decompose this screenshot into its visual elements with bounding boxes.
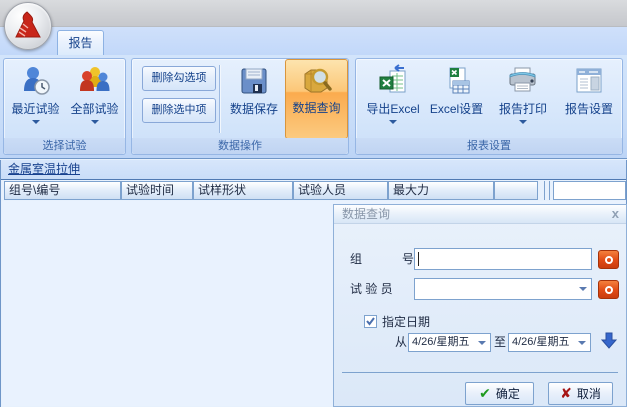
- tester-clear-button[interactable]: [598, 280, 619, 299]
- excel-settings-button[interactable]: Excel设置: [429, 61, 484, 139]
- from-label: 从: [395, 332, 407, 352]
- titlebar: [0, 0, 627, 27]
- check-icon: ✔: [479, 385, 491, 402]
- ribbon-group-select-tests: 最近试验 全部试验 选择试验: [3, 58, 126, 155]
- delete-checked-button[interactable]: 删除勾选项: [142, 66, 216, 91]
- print-report-button[interactable]: 报告打印: [496, 61, 550, 139]
- dialog-titlebar: 数据查询 x: [334, 205, 626, 224]
- report-settings-icon: [572, 61, 606, 101]
- ribbon-button-label: 全部试验: [70, 101, 118, 117]
- column-header-group-number[interactable]: 组号\编号: [4, 181, 121, 200]
- dialog-title: 数据查询: [342, 205, 390, 223]
- to-label: 至: [494, 332, 506, 352]
- to-date-picker[interactable]: 4/26/星期五: [508, 333, 591, 352]
- ribbon-group-report-settings: 导出Excel Excel设置: [355, 58, 623, 155]
- chevron-down-icon[interactable]: [578, 341, 586, 345]
- ribbon-button-label: 导出Excel: [366, 101, 419, 117]
- export-excel-button[interactable]: 导出Excel: [361, 61, 425, 139]
- specify-date-label: 指定日期: [382, 312, 430, 332]
- query-icon: [300, 60, 334, 100]
- ribbon-button-label: 最近试验: [11, 101, 59, 117]
- apply-date-down-arrow-icon[interactable]: [601, 332, 617, 349]
- group-number-label: 组 号: [350, 249, 414, 269]
- grid-splitter[interactable]: [544, 181, 545, 200]
- group-number-label-left: 组: [350, 249, 362, 269]
- ribbon-button-label: 数据保存: [230, 101, 278, 117]
- ribbon: 最近试验 全部试验 选择试验: [0, 55, 627, 159]
- logo-icon: [11, 9, 45, 43]
- group-number-input[interactable]: [414, 248, 592, 270]
- column-header-sample-shape[interactable]: 试样形状: [193, 181, 293, 200]
- cancel-button-label: 取消: [577, 385, 601, 402]
- all-tests-button[interactable]: 全部试验: [66, 61, 123, 139]
- application-window: 报告 最近试验: [0, 0, 627, 407]
- all-tests-icon: [78, 61, 112, 101]
- delete-selected-button[interactable]: 删除选中项: [142, 98, 216, 123]
- report-settings-button[interactable]: 报告设置: [559, 61, 619, 139]
- ribbon-group-label: 选择试验: [4, 138, 125, 154]
- column-header-empty[interactable]: [494, 181, 538, 200]
- recent-tests-icon: [19, 61, 53, 101]
- column-header-max-force[interactable]: 最大力: [388, 181, 494, 200]
- ribbon-button-label: 数据查询: [292, 100, 340, 116]
- chevron-down-icon[interactable]: [389, 120, 397, 124]
- column-header-tester[interactable]: 试验人员: [293, 181, 388, 200]
- excel-settings-icon: [440, 61, 474, 101]
- grid-splitter[interactable]: [549, 181, 550, 200]
- chevron-down-icon[interactable]: [91, 120, 99, 124]
- close-icon[interactable]: x: [612, 206, 619, 221]
- printer-icon: [506, 61, 540, 101]
- query-data-button[interactable]: 数据查询: [285, 59, 348, 139]
- from-date-value: 4/26/星期五: [412, 336, 469, 348]
- save-icon: [238, 61, 270, 101]
- group-number-label-right: 号: [402, 249, 414, 269]
- group-number-clear-button[interactable]: [598, 250, 619, 269]
- circle-icon: [605, 256, 613, 264]
- query-dialog: 数据查询 x 组 号 试 验 员 指定日期: [333, 204, 627, 407]
- ok-button-label: 确定: [496, 385, 520, 402]
- tab-report[interactable]: 报告: [57, 30, 104, 55]
- cancel-button[interactable]: ✘ 取消: [548, 382, 613, 405]
- tester-label: 试 验 员: [350, 279, 414, 299]
- specify-date-checkbox[interactable]: [364, 315, 377, 328]
- panel-title-bar: 金属室温拉伸: [1, 160, 626, 180]
- ribbon-group-label: 报表设置: [356, 138, 622, 154]
- ribbon-button-label: Excel设置: [430, 101, 483, 117]
- panel-title[interactable]: 金属室温拉伸: [8, 160, 80, 179]
- circle-icon: [605, 286, 613, 294]
- checkmark-icon: [365, 316, 376, 327]
- from-date-picker[interactable]: 4/26/星期五: [408, 333, 491, 352]
- ribbon-tab-band: 报告: [0, 27, 627, 55]
- recent-tests-button[interactable]: 最近试验: [7, 61, 64, 139]
- x-icon: ✘: [560, 385, 572, 402]
- dialog-separator: [342, 372, 618, 373]
- to-date-value: 4/26/星期五: [512, 336, 569, 348]
- chevron-down-icon[interactable]: [478, 341, 486, 345]
- group-separator: [219, 65, 220, 133]
- save-data-button[interactable]: 数据保存: [224, 61, 284, 139]
- chevron-down-icon[interactable]: [519, 120, 527, 124]
- frozen-header-cell: [553, 181, 626, 200]
- export-excel-icon: [376, 61, 410, 101]
- ribbon-group-data-operations: 删除勾选项 删除选中项 数据保存: [131, 58, 349, 155]
- text-caret: [418, 252, 419, 266]
- ribbon-group-label: 数据操作: [132, 138, 348, 154]
- ribbon-button-label: 报告设置: [565, 101, 613, 117]
- column-header-test-time[interactable]: 试验时间: [121, 181, 193, 200]
- app-menu-button[interactable]: [4, 2, 52, 50]
- tester-combobox[interactable]: [414, 278, 592, 300]
- ribbon-button-label: 报告打印: [499, 101, 547, 117]
- ok-button[interactable]: ✔ 确定: [465, 382, 534, 405]
- chevron-down-icon[interactable]: [579, 287, 587, 291]
- chevron-down-icon[interactable]: [32, 120, 40, 124]
